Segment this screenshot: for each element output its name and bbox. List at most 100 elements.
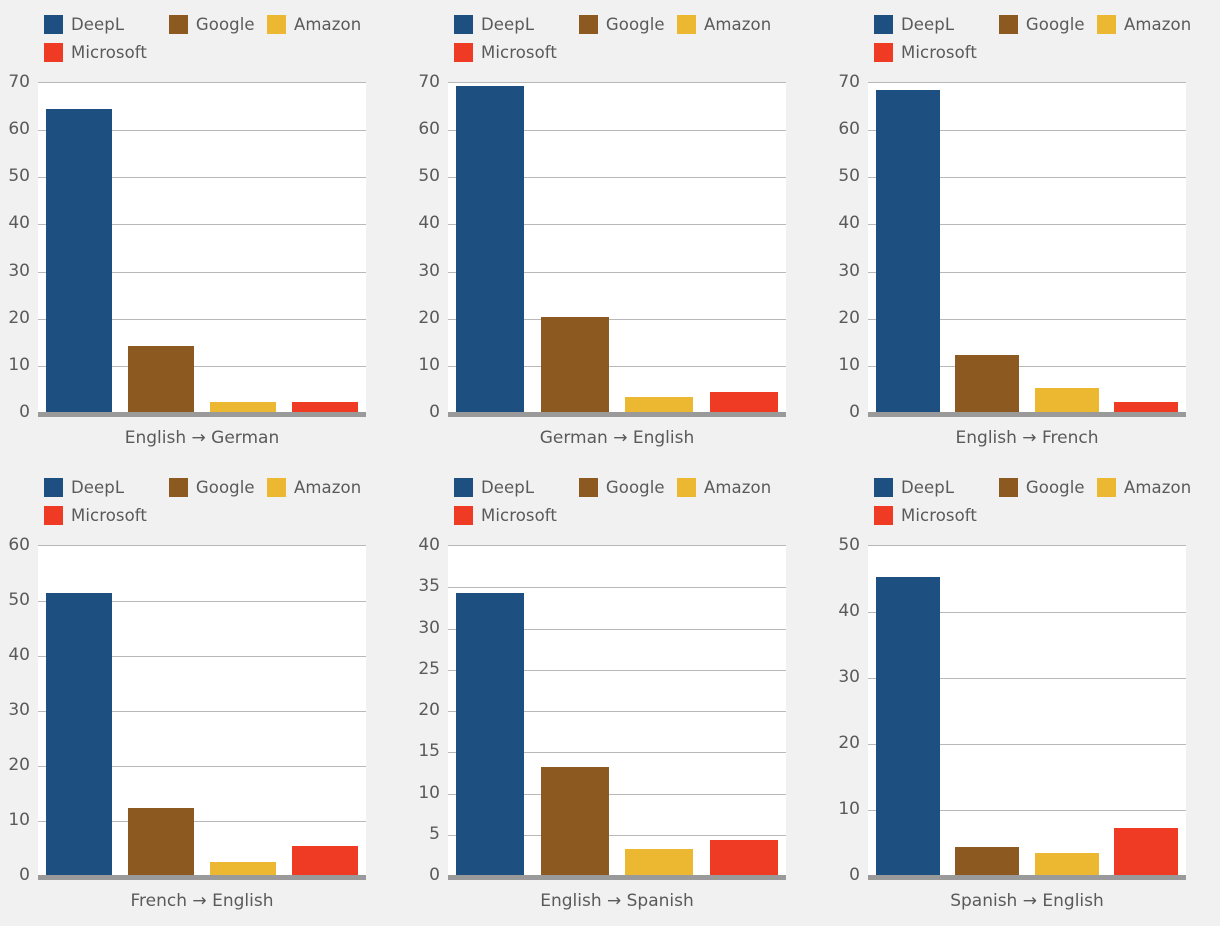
legend-label: Amazon [293, 477, 362, 497]
legend-item-deepl[interactable]: DeepL [454, 10, 579, 38]
legend-item-microsoft[interactable]: Microsoft [874, 501, 1014, 529]
legend-item-deepl[interactable]: DeepL [874, 10, 999, 38]
legend-label: DeepL [901, 477, 955, 497]
plot-canvas [448, 545, 786, 875]
legend-swatch-deepl-icon [454, 477, 473, 497]
legend-swatch-google-icon [168, 14, 188, 34]
bar-google[interactable] [955, 355, 1020, 412]
y-tick-label: 0 [429, 865, 440, 885]
legend-item-microsoft[interactable]: Microsoft [454, 38, 594, 66]
bar-microsoft[interactable] [292, 402, 358, 412]
legend-swatch-google-icon [578, 14, 598, 34]
legend-item-amazon[interactable]: Amazon [676, 473, 784, 501]
bar-deepl[interactable] [46, 593, 112, 875]
legend-row: DeepL Google Amazon [44, 473, 374, 501]
bar-google[interactable] [128, 346, 194, 412]
y-tick-label: 60 [8, 119, 30, 140]
y-tick-label: 70 [418, 72, 440, 92]
y-tick-label: 40 [418, 535, 440, 555]
y-tick-label: 40 [838, 601, 860, 621]
y-tick-label: 30 [8, 260, 30, 281]
y-tick-label: 0 [429, 402, 440, 422]
legend-swatch-deepl-icon [874, 477, 893, 497]
legend-item-deepl[interactable]: DeepL [874, 473, 999, 501]
x-axis-label: English → German [124, 428, 280, 448]
y-tick-label: 25 [418, 658, 440, 679]
bar-amazon[interactable] [625, 396, 694, 412]
legend-label: Amazon [1123, 477, 1192, 497]
legend-label: Microsoft [71, 505, 147, 525]
y-tick-label: 50 [8, 590, 30, 610]
legend-label: Google [605, 14, 665, 34]
legend-item-google[interactable]: Google [998, 473, 1097, 501]
legend-swatch-amazon-icon [676, 14, 696, 34]
legend-item-deepl[interactable]: DeepL [44, 473, 169, 501]
legend-swatch-microsoft-icon [874, 505, 893, 525]
bar-microsoft[interactable] [292, 845, 358, 875]
legend-item-amazon[interactable]: Amazon [676, 10, 784, 38]
legend-item-google[interactable]: Google [578, 473, 677, 501]
y-axis: 0 10 20 30 40 50 [830, 535, 868, 885]
legend-item-microsoft[interactable]: Microsoft [44, 501, 184, 529]
legend-item-google[interactable]: Google [168, 473, 267, 501]
legend-item-google[interactable]: Google [578, 10, 677, 38]
bar-google[interactable] [955, 846, 1020, 875]
bar-deepl[interactable] [456, 85, 525, 412]
bar-deepl[interactable] [456, 592, 525, 875]
y-tick-label: 40 [8, 645, 30, 665]
bar-microsoft[interactable] [709, 840, 778, 875]
y-tick-label: 5 [429, 823, 440, 844]
bar-amazon[interactable] [1034, 852, 1099, 875]
legend-item-amazon[interactable]: Amazon [1096, 10, 1204, 38]
legend-swatch-deepl-icon [44, 14, 63, 34]
bar-group [38, 83, 366, 412]
legend-item-google[interactable]: Google [168, 10, 267, 38]
bar-amazon[interactable] [1034, 387, 1099, 412]
bar-google[interactable] [540, 317, 609, 412]
y-tick-label: 10 [8, 354, 30, 375]
bar-deepl[interactable] [875, 90, 940, 412]
legend-item-microsoft[interactable]: Microsoft [454, 501, 594, 529]
legend-item-amazon[interactable]: Amazon [1096, 473, 1204, 501]
plot-area: 0 5 10 15 20 25 30 35 40 English → Spanish [410, 535, 830, 926]
y-tick-label: 40 [8, 213, 30, 234]
legend-swatch-google-icon [578, 477, 598, 497]
legend-item-microsoft[interactable]: Microsoft [44, 38, 184, 66]
bar-amazon[interactable] [625, 849, 694, 875]
plot-area: 0 10 20 30 40 50 60 70 English → German [0, 72, 410, 463]
y-tick-label: 20 [838, 733, 860, 753]
y-tick-label: 20 [8, 755, 30, 775]
y-tick-label: 70 [838, 72, 860, 92]
legend-label: Amazon [293, 14, 362, 34]
y-tick-label: 60 [418, 119, 440, 140]
y-tick-label: 0 [19, 402, 30, 422]
legend-item-amazon[interactable]: Amazon [266, 473, 374, 501]
legend-swatch-amazon-icon [676, 477, 696, 497]
bar-google[interactable] [128, 808, 194, 875]
bar-deepl[interactable] [875, 577, 940, 875]
y-tick-label: 30 [418, 617, 440, 638]
bar-group [868, 83, 1186, 412]
plot-area: 0 10 20 30 40 50 60 70 German → English [410, 72, 830, 463]
legend-item-deepl[interactable]: DeepL [454, 473, 579, 501]
legend-item-google[interactable]: Google [998, 10, 1097, 38]
bar-amazon[interactable] [210, 862, 276, 875]
bar-group [448, 546, 786, 875]
legend-item-microsoft[interactable]: Microsoft [874, 38, 1014, 66]
legend-item-amazon[interactable]: Amazon [266, 10, 374, 38]
y-tick-label: 50 [418, 166, 440, 187]
legend-item-deepl[interactable]: DeepL [44, 10, 169, 38]
y-axis: 0 10 20 30 40 50 60 70 [410, 72, 448, 422]
bar-microsoft[interactable] [1114, 828, 1179, 875]
bar-deepl[interactable] [46, 109, 112, 412]
bar-microsoft[interactable] [1114, 401, 1179, 412]
legend-label: Google [605, 477, 665, 497]
legend-row: Microsoft [454, 501, 784, 529]
chart-panel: DeepL Google Amazon Microsoft 0 5 10 15 20 25 30 35… [410, 463, 830, 926]
y-tick-label: 60 [8, 535, 30, 555]
plot-area: 0 10 20 30 40 50 60 French → English [0, 535, 410, 926]
bar-amazon[interactable] [210, 402, 276, 412]
y-tick-label: 50 [8, 166, 30, 187]
bar-microsoft[interactable] [709, 392, 778, 412]
bar-google[interactable] [540, 766, 609, 875]
